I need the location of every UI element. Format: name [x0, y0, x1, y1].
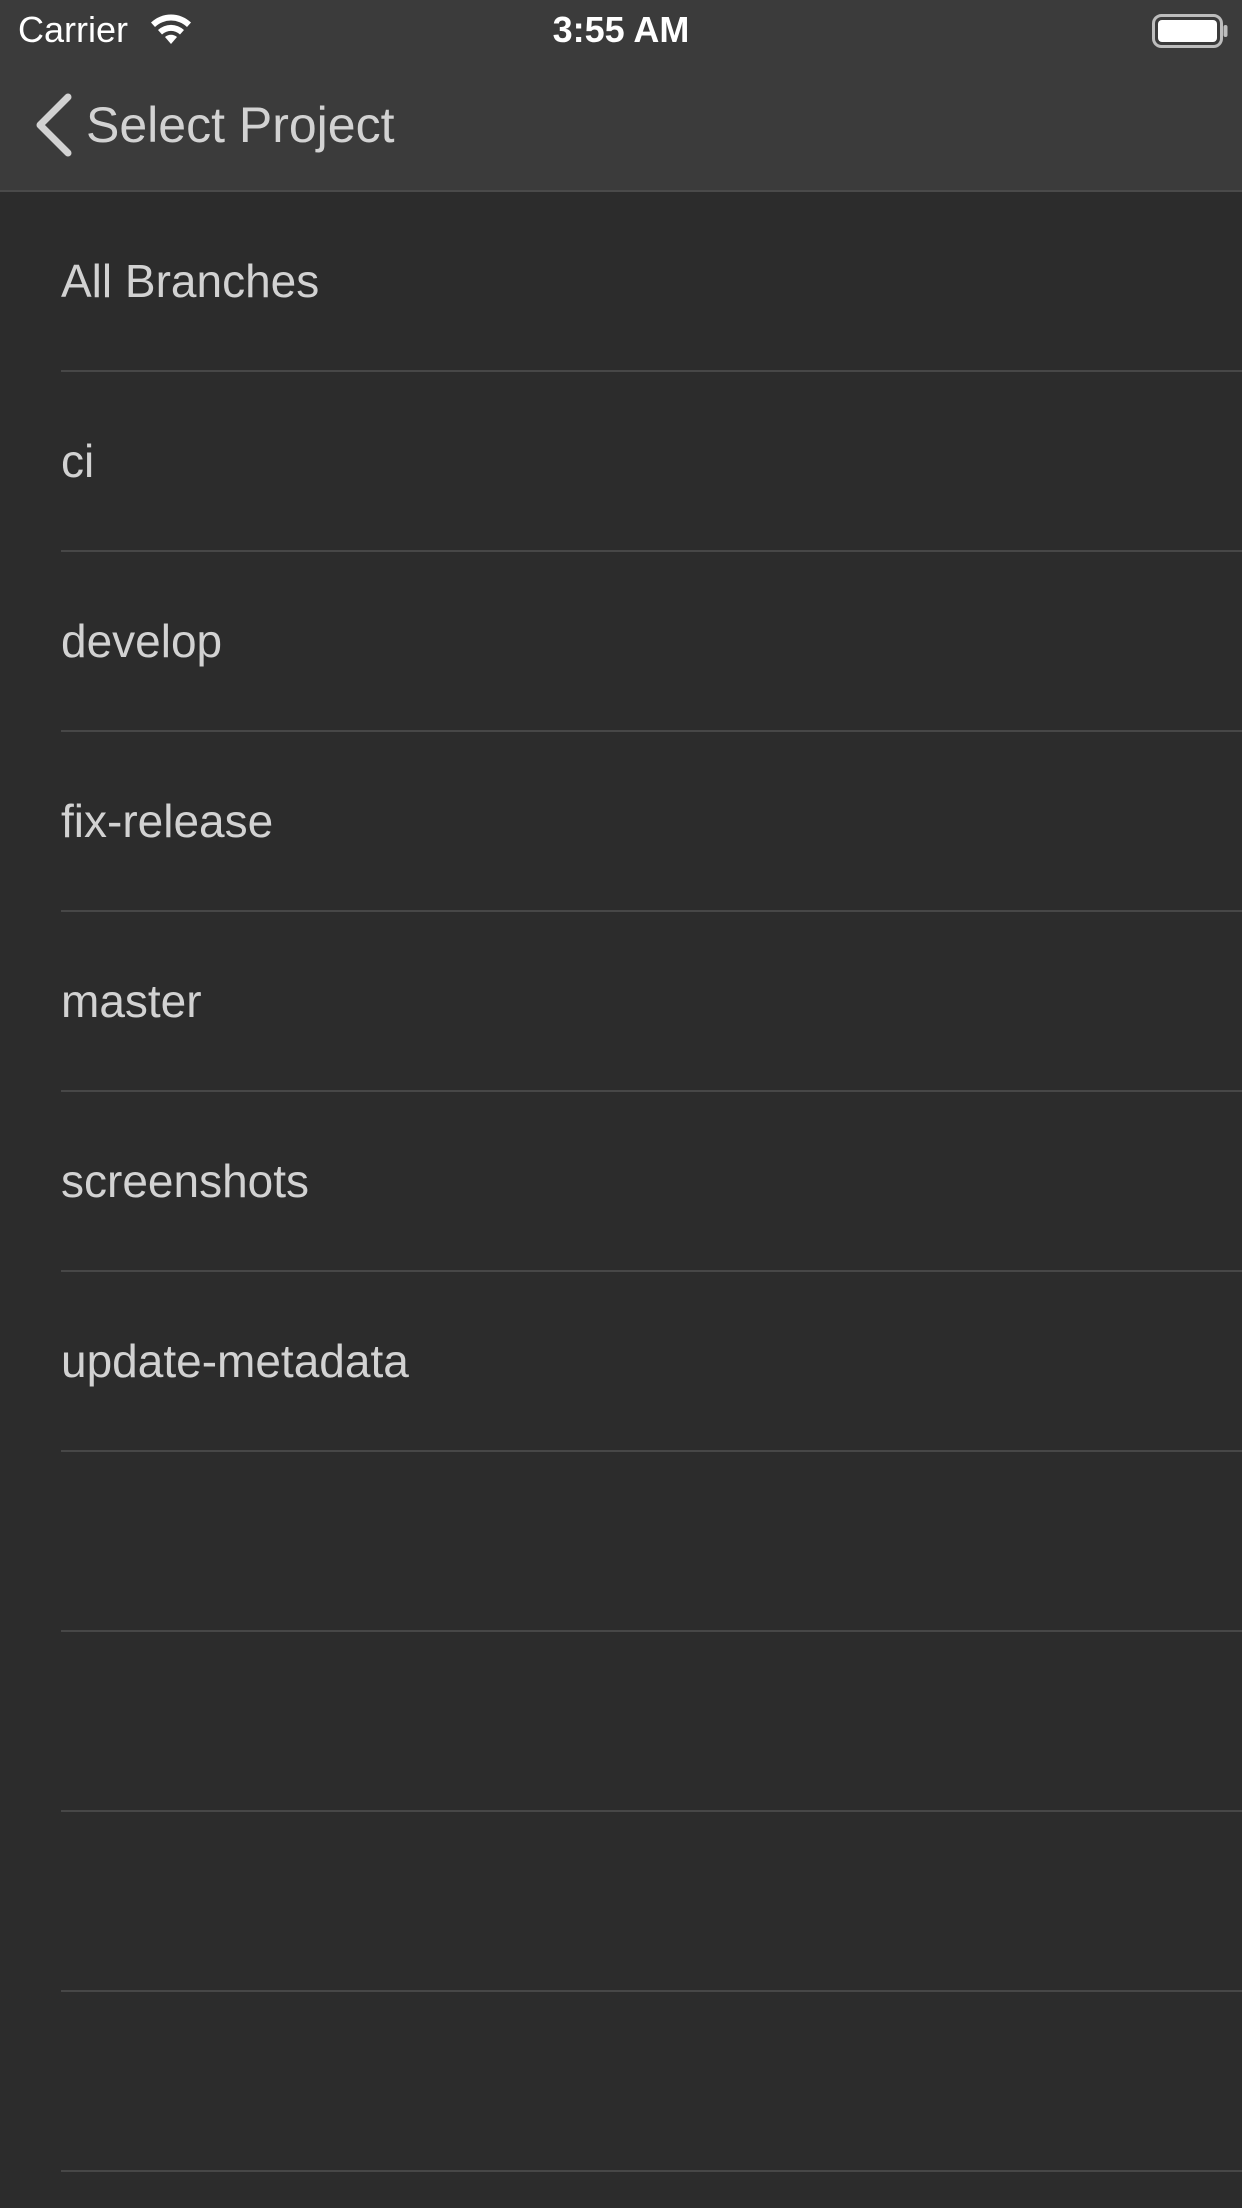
- list-item-all-branches[interactable]: All Branches: [0, 192, 1242, 372]
- list-item-develop[interactable]: develop: [0, 552, 1242, 732]
- back-button[interactable]: Select Project: [30, 60, 394, 190]
- list-item-update-metadata[interactable]: update-metadata: [0, 1272, 1242, 1452]
- list-item-label: develop: [61, 615, 223, 667]
- list-item-label: update-metadata: [61, 1335, 409, 1387]
- chevron-left-icon: [36, 93, 72, 157]
- row-separator: [61, 2170, 1242, 2172]
- list-item-label: screenshots: [61, 1155, 310, 1207]
- list-item-ci[interactable]: ci: [0, 372, 1242, 552]
- status-bar: Carrier 3:55 AM: [0, 0, 1242, 60]
- list-item-screenshots[interactable]: screenshots: [0, 1092, 1242, 1272]
- empty-list-item: [0, 1452, 1242, 1632]
- status-time: 3:55 AM: [552, 9, 690, 50]
- list-item-label: fix-release: [61, 795, 274, 847]
- empty-list-item: [0, 1812, 1242, 1992]
- empty-list-item: [0, 1992, 1242, 2172]
- list-item-label: All Branches: [61, 255, 320, 307]
- empty-list-item: [0, 1632, 1242, 1812]
- navigation-bar: Select Project: [0, 60, 1242, 192]
- list-item-master[interactable]: master: [0, 912, 1242, 1092]
- list-item-label: ci: [61, 435, 95, 487]
- back-button-label: Select Project: [86, 97, 395, 153]
- list-item-label: master: [61, 975, 202, 1027]
- list-item-fix-release[interactable]: fix-release: [0, 732, 1242, 912]
- branch-list: All Branches ci develop fix-release mast…: [0, 192, 1242, 2172]
- battery-icon: [1152, 14, 1228, 48]
